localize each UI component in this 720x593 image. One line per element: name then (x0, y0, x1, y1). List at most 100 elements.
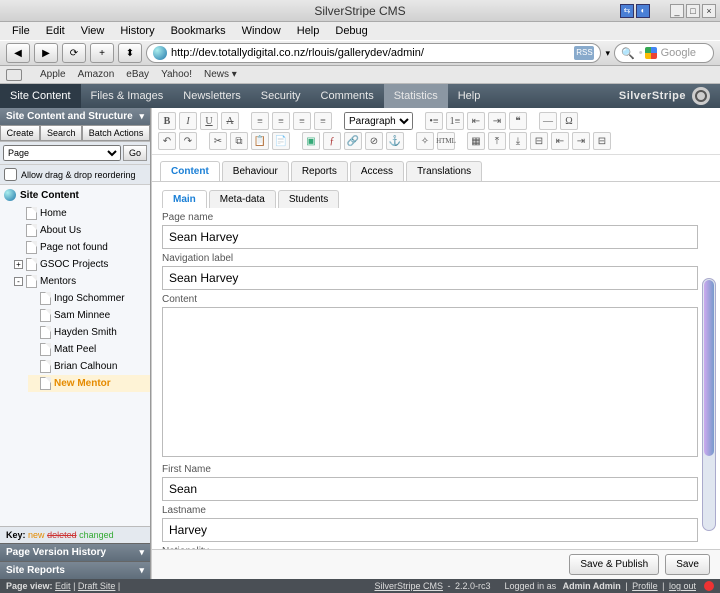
window-close-icon[interactable]: × (702, 4, 716, 18)
clean-icon[interactable]: ✧ (416, 132, 434, 150)
tree-item[interactable]: Hayden Smith (28, 324, 150, 341)
bookmark-news[interactable]: News ▾ (204, 69, 237, 80)
tree-expander-icon[interactable]: + (14, 260, 23, 269)
url-input[interactable]: http://dev.totallydigital.co.nz/rlouis/g… (146, 43, 601, 63)
save-publish-button[interactable]: Save & Publish (569, 554, 659, 575)
char-icon[interactable]: Ω (560, 112, 578, 130)
align-right-icon[interactable]: ≡ (293, 112, 311, 130)
tree-root[interactable]: Site Content (0, 185, 150, 205)
bold-icon[interactable]: B (158, 112, 176, 130)
bookmark-amazon[interactable]: Amazon (78, 69, 115, 80)
vertical-scrollbar[interactable] (702, 278, 716, 531)
content-textarea[interactable] (162, 307, 698, 457)
tab-help[interactable]: Help (448, 84, 491, 108)
col-after-icon[interactable]: ⇥ (572, 132, 590, 150)
blockquote-icon[interactable]: ❝ (509, 112, 527, 130)
tab-statistics[interactable]: Statistics (384, 84, 448, 108)
anchor-icon[interactable]: ⚓ (386, 132, 404, 150)
create-button[interactable]: Create (0, 125, 40, 141)
tab-content[interactable]: Content (160, 161, 220, 181)
menu-edit[interactable]: Edit (38, 25, 73, 37)
first-name-input[interactable] (162, 477, 698, 501)
status-cms-link[interactable]: SilverStripe CMS (374, 581, 443, 591)
tree-item[interactable]: Page not found (14, 239, 150, 256)
lastname-input[interactable] (162, 518, 698, 542)
paste-text-icon[interactable]: 📄 (272, 132, 290, 150)
tree-item[interactable]: Sam Minnee (28, 307, 150, 324)
menu-view[interactable]: View (73, 25, 113, 37)
subtab-students[interactable]: Students (278, 190, 339, 208)
bookmark-apple[interactable]: Apple (40, 69, 66, 80)
add-button[interactable]: + (90, 43, 114, 63)
tree-item[interactable]: +GSOC Projects (14, 256, 150, 273)
flash-icon[interactable]: ƒ (323, 132, 341, 150)
row-after-icon[interactable]: ⤓ (509, 132, 527, 150)
tab-files-images[interactable]: Files & Images (81, 84, 174, 108)
align-left-icon[interactable]: ≡ (251, 112, 269, 130)
window-minimize-icon[interactable]: _ (670, 4, 684, 18)
underline-icon[interactable]: U (200, 112, 218, 130)
copy-icon[interactable]: ⧉ (230, 132, 248, 150)
menu-file[interactable]: File (4, 25, 38, 37)
scrollbar-thumb[interactable] (704, 280, 714, 456)
sidebar-panel-header[interactable]: Site Content and Structure ▾ (0, 108, 150, 125)
strike-icon[interactable]: A (221, 112, 239, 130)
tab-comments[interactable]: Comments (311, 84, 384, 108)
bookmark-yahoo[interactable]: Yahoo! (161, 69, 192, 80)
outdent-icon[interactable]: ⇤ (467, 112, 485, 130)
redo-icon[interactable]: ↷ (179, 132, 197, 150)
unlink-icon[interactable]: ⊘ (365, 132, 383, 150)
image-icon[interactable]: ▣ (302, 132, 320, 150)
menu-window[interactable]: Window (234, 25, 289, 37)
hr-icon[interactable]: — (539, 112, 557, 130)
delete-row-icon[interactable]: ⊟ (530, 132, 548, 150)
tab-translations[interactable]: Translations (406, 161, 482, 181)
tab-newsletters[interactable]: Newsletters (173, 84, 250, 108)
paste-icon[interactable]: 📋 (251, 132, 269, 150)
status-draft-link[interactable]: Draft Site (78, 581, 116, 591)
panel-site-reports[interactable]: Site Reports ▾ (0, 561, 150, 579)
html-icon[interactable]: HTML (437, 132, 455, 150)
save-button[interactable]: Save (665, 554, 710, 575)
align-center-icon[interactable]: ≡ (272, 112, 290, 130)
cut-icon[interactable]: ✂ (209, 132, 227, 150)
go-button[interactable]: Go (123, 145, 147, 161)
browser-search-input[interactable]: 🔍 • Google (614, 43, 714, 63)
window-maximize-icon[interactable]: □ (686, 4, 700, 18)
align-justify-icon[interactable]: ≡ (314, 112, 332, 130)
bookmarks-icon[interactable] (6, 69, 22, 81)
delete-col-icon[interactable]: ⊟ (593, 132, 611, 150)
allow-drag-checkbox[interactable] (4, 168, 17, 181)
status-logout-link[interactable]: log out (669, 581, 696, 591)
menu-history[interactable]: History (112, 25, 162, 37)
row-before-icon[interactable]: ⤒ (488, 132, 506, 150)
bullet-list-icon[interactable]: •≡ (425, 112, 443, 130)
tree-item[interactable]: Brian Calhoun (28, 358, 150, 375)
indent-icon[interactable]: ⇥ (488, 112, 506, 130)
page-name-input[interactable] (162, 225, 698, 249)
menu-debug[interactable]: Debug (327, 25, 375, 37)
tree-item[interactable]: Home (14, 205, 150, 222)
search-dropdown-icon[interactable]: ▾ (605, 48, 610, 59)
subtab-metadata[interactable]: Meta-data (209, 190, 276, 208)
tab-security[interactable]: Security (251, 84, 311, 108)
subtab-main[interactable]: Main (162, 190, 207, 208)
search-button[interactable]: Search (40, 125, 82, 141)
tree-item[interactable]: Matt Peel (28, 341, 150, 358)
batch-actions-button[interactable]: Batch Actions (82, 125, 150, 141)
menu-bookmarks[interactable]: Bookmarks (163, 25, 234, 37)
reload-button[interactable]: ⟳ (62, 43, 86, 63)
back-button[interactable]: ◀ (6, 43, 30, 63)
tree-item[interactable]: -Mentors (14, 273, 150, 290)
number-list-icon[interactable]: 1≡ (446, 112, 464, 130)
page-type-select[interactable]: Page (3, 145, 121, 161)
status-edit-link[interactable]: Edit (55, 581, 71, 591)
tree-item[interactable]: New Mentor (28, 375, 150, 392)
tree-expander-icon[interactable]: - (14, 277, 23, 286)
menu-help[interactable]: Help (289, 25, 328, 37)
link-icon[interactable]: 🔗 (344, 132, 362, 150)
col-before-icon[interactable]: ⇤ (551, 132, 569, 150)
rss-icon[interactable]: RSS (574, 46, 594, 60)
bookmark-ebay[interactable]: eBay (126, 69, 149, 80)
undo-icon[interactable]: ↶ (158, 132, 176, 150)
